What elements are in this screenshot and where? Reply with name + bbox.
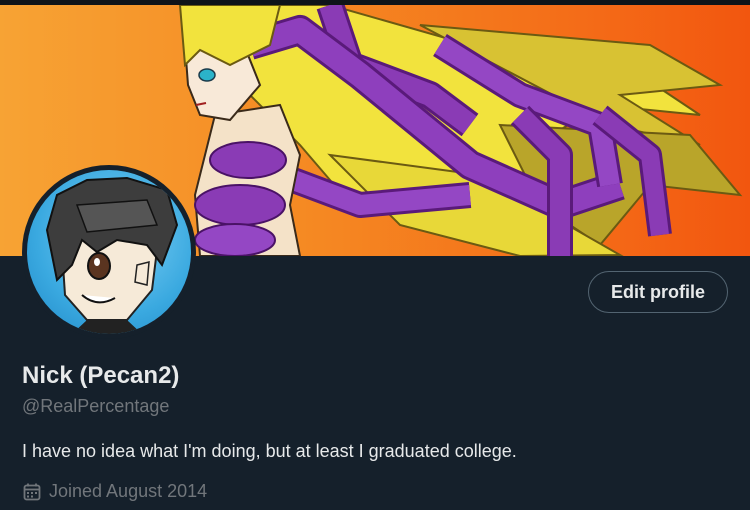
edit-profile-label: Edit profile [611,281,705,302]
calendar-icon [22,482,42,502]
joined-text: Joined August 2014 [49,481,208,501]
avatar-image [27,170,191,334]
user-handle: @RealPercentage [22,396,170,416]
avatar[interactable] [22,165,196,339]
joined-date: Joined August 2014 [22,481,207,502]
profile-bio: I have no idea what I'm doing, but at le… [22,441,517,461]
avatar-artwork [45,176,179,334]
profile-page: Edit profile Nick (Pecan2) @RealPercenta… [0,0,750,510]
display-name: Nick (Pecan2) [22,362,180,389]
edit-profile-button[interactable]: Edit profile [588,271,728,313]
